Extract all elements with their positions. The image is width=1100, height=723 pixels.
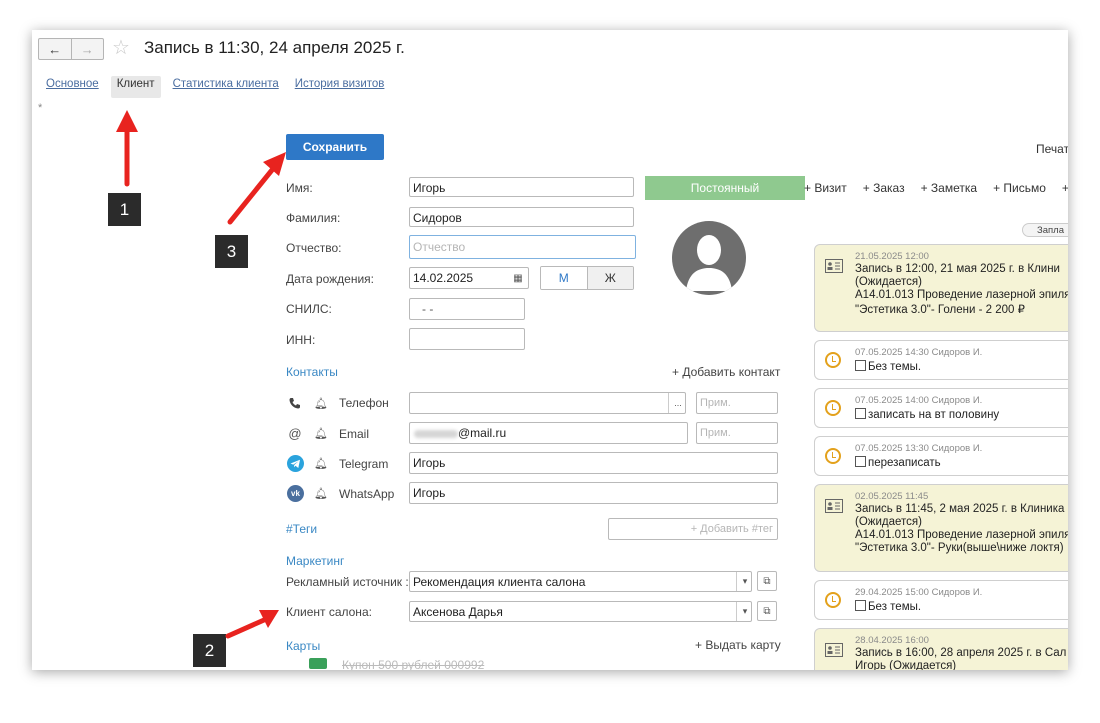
annotation-arrow-2	[225, 617, 267, 639]
annotation-arrow-3	[227, 167, 275, 225]
annotation-arrow-1-head	[116, 110, 138, 132]
annotation-arrow-3-head	[263, 152, 286, 176]
client-card-window: ← → ☆ Запись в 11:30, 24 апреля 2025 г. …	[32, 30, 1068, 670]
annotation-arrows	[116, 110, 286, 639]
